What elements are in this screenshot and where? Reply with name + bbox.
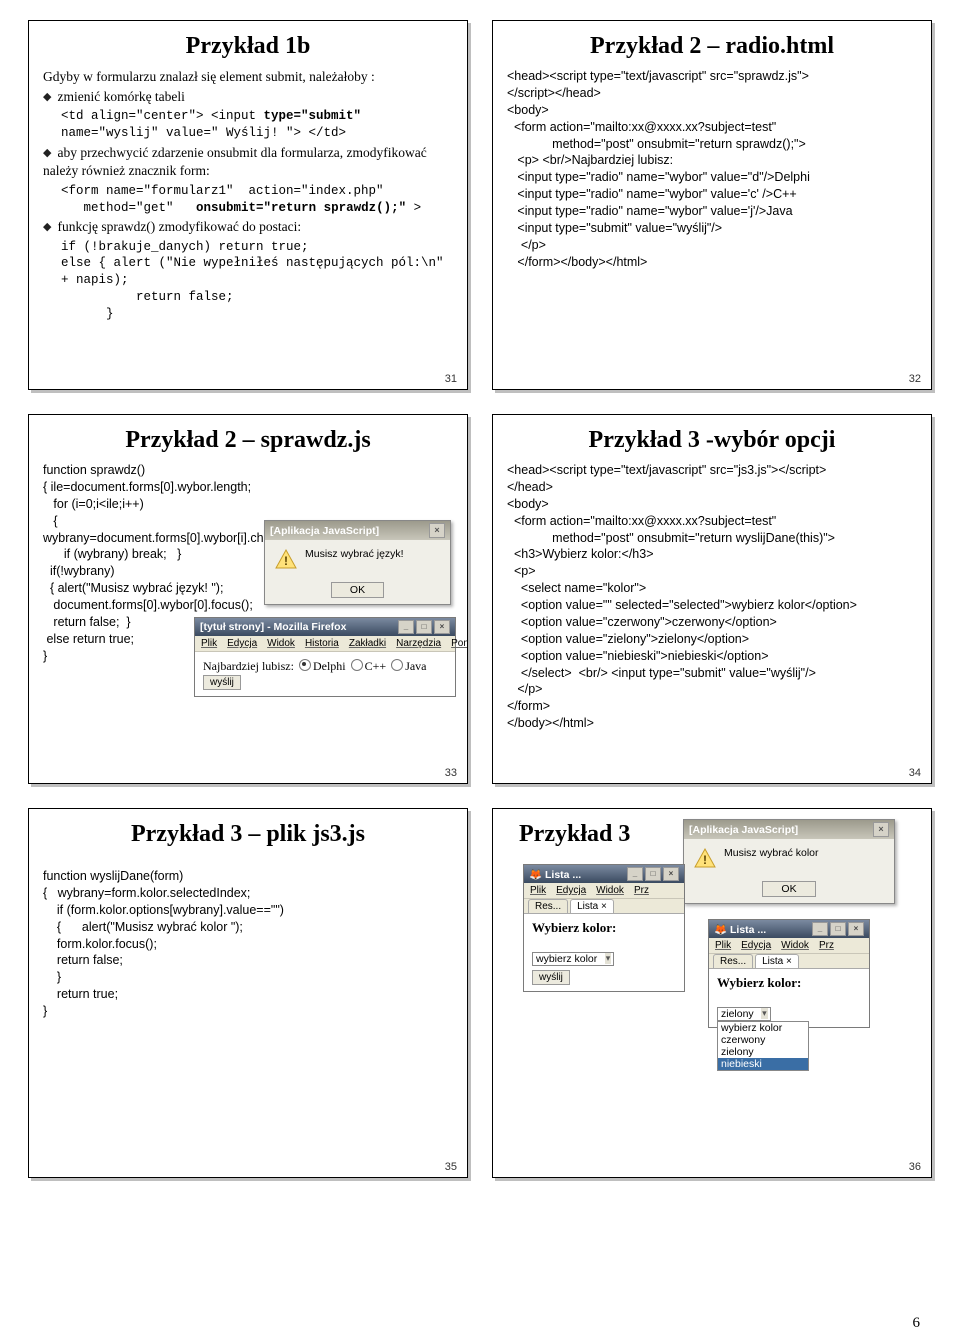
menubar[interactable]: Plik Edycja Widok Historia Zakładki Narz… xyxy=(195,636,455,652)
dialog-message: Musisz wybrać kolor xyxy=(724,847,819,859)
slide-number: 31 xyxy=(445,373,457,385)
close-icon[interactable]: × xyxy=(429,523,445,538)
tab-close-icon[interactable]: × xyxy=(786,956,792,967)
alert-dialog: [Aplikacja JavaScript] × ! Musisz wybrać… xyxy=(264,520,451,605)
color-select[interactable]: wybierz kolor xyxy=(532,952,614,966)
slide-number: 33 xyxy=(445,767,457,779)
warning-icon: ! xyxy=(275,548,297,570)
close-icon[interactable]: × xyxy=(663,867,679,881)
code-block: <head><script type="text/javascript" src… xyxy=(507,462,917,732)
code-block: if (!brakuje_danych) return true; else {… xyxy=(43,239,453,323)
slide-number: 32 xyxy=(909,373,921,385)
close-icon[interactable]: × xyxy=(873,822,889,837)
slide-35: Przykład 3 – plik js3.js function wyslij… xyxy=(28,808,468,1178)
heading: Wybierz kolor: xyxy=(532,920,616,935)
submit-button[interactable]: wyślij xyxy=(532,970,570,985)
slide-32: Przykład 2 – radio.html <head><script ty… xyxy=(492,20,932,390)
slide-title: Przykład 2 – sprawdz.js xyxy=(43,427,453,454)
close-icon[interactable]: × xyxy=(434,620,450,634)
slide-number: 36 xyxy=(909,1161,921,1173)
code-block: function wyslijDane(form) { wybrany=form… xyxy=(43,868,453,1020)
window-titlebar: [tytuł strony] - Mozilla Firefox _□× xyxy=(195,618,455,636)
select-dropdown[interactable]: wybierz kolor czerwony zielony niebieski xyxy=(717,1021,809,1071)
dialog-message: Musisz wybrać język! xyxy=(305,548,404,560)
radio-cpp[interactable] xyxy=(351,659,363,671)
bullet: aby przechwycić zdarzenie onsubmit dla f… xyxy=(43,144,453,180)
slide-title: Przykład 3 – plik js3.js xyxy=(43,821,453,848)
maximize-icon[interactable]: □ xyxy=(416,620,432,634)
browser-viewport: Najbardziej lubisz: Delphi C++ Java wyśl… xyxy=(195,652,455,696)
tab[interactable]: Res... xyxy=(528,899,568,913)
close-icon[interactable]: × xyxy=(848,922,864,936)
color-select[interactable]: zielony xyxy=(717,1007,771,1021)
bullet: zmienić komórkę tabeli xyxy=(43,88,453,106)
slide-36: Przykład 3 [Aplikacja JavaScript]× ! Mus… xyxy=(492,808,932,1178)
radio-java[interactable] xyxy=(391,659,403,671)
tab[interactable]: Res... xyxy=(713,954,753,968)
dialog-titlebar: [Aplikacja JavaScript] × xyxy=(265,521,450,540)
slide-title: Przykład 1b xyxy=(43,33,453,60)
tab-close-icon[interactable]: × xyxy=(601,901,607,912)
browser-window-1: 🦊 Lista ..._□× PlikEdycjaWidokPrz Res...… xyxy=(523,864,685,992)
warning-icon: ! xyxy=(694,847,716,869)
submit-button[interactable]: wyślij xyxy=(203,675,241,690)
slide-33: Przykład 2 – sprawdz.js function sprawdz… xyxy=(28,414,468,784)
slide-title: Przykład 2 – radio.html xyxy=(507,33,917,60)
ok-button[interactable]: OK xyxy=(331,582,384,598)
maximize-icon[interactable]: □ xyxy=(830,922,846,936)
firefox-window: [tytuł strony] - Mozilla Firefox _□× Pli… xyxy=(194,617,456,697)
slide-number: 34 xyxy=(909,767,921,779)
tab[interactable]: Lista × xyxy=(570,899,614,913)
slide-34: Przykład 3 -wybór opcji <head><script ty… xyxy=(492,414,932,784)
minimize-icon[interactable]: _ xyxy=(398,620,414,634)
slide-title: Przykład 3 -wybór opcji xyxy=(507,427,917,454)
code-block: <head><script type="text/javascript" src… xyxy=(507,68,917,271)
ok-button[interactable]: OK xyxy=(762,881,815,897)
bullet: funkcję sprawdz() zmodyfikować do postac… xyxy=(43,218,453,236)
svg-text:!: ! xyxy=(703,853,707,867)
tab[interactable]: Lista × xyxy=(755,954,799,968)
svg-text:!: ! xyxy=(284,554,288,568)
page-number: 6 xyxy=(913,1315,921,1332)
radio-delphi[interactable] xyxy=(299,659,311,671)
browser-window-2: 🦊 Lista ..._□× PlikEdycjaWidokPrz Res...… xyxy=(708,919,870,1028)
code-line: <form name="formularz1" action="index.ph… xyxy=(43,183,453,217)
minimize-icon[interactable]: _ xyxy=(627,867,643,881)
code-line: <td align="center"> <input type="submit"… xyxy=(43,108,453,142)
heading: Wybierz kolor: xyxy=(717,975,801,990)
slide-number: 35 xyxy=(445,1161,457,1173)
slide-31: Przykład 1b Gdyby w formularzu znalazł s… xyxy=(28,20,468,390)
alert-dialog: [Aplikacja JavaScript]× ! Musisz wybrać … xyxy=(683,819,895,904)
minimize-icon[interactable]: _ xyxy=(812,922,828,936)
maximize-icon[interactable]: □ xyxy=(645,867,661,881)
lead-text: Gdyby w formularzu znalazł się element s… xyxy=(43,68,453,86)
